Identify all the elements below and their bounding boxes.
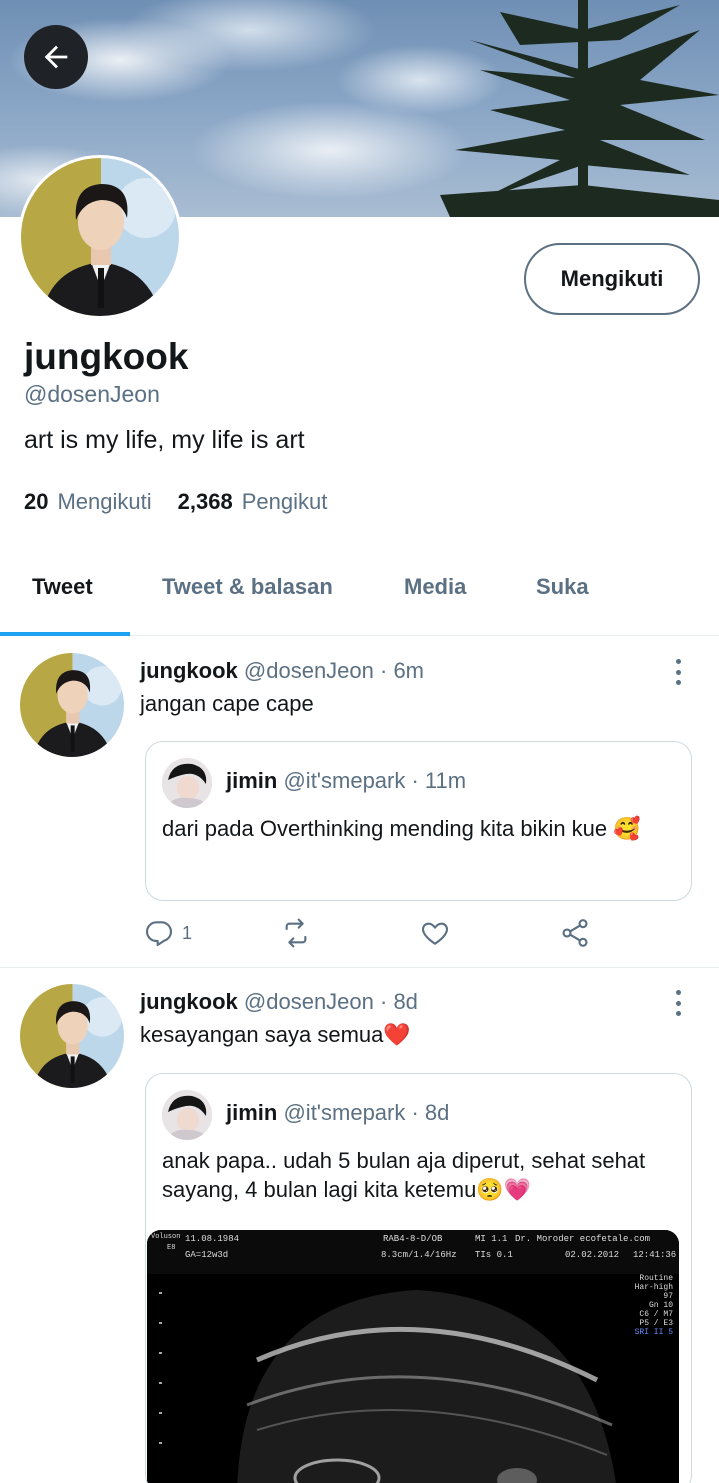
quoted-tweet-meta: @it'smepark · 11m [283,768,467,793]
avatar-image [162,758,212,808]
following-button[interactable]: Mengikuti [524,243,700,315]
following-label[interactable]: Mengikuti [57,489,151,515]
profile-stats: 20 Mengikuti 2,368 Pengikut [24,489,353,515]
quoted-tweet-avatar [162,1090,212,1140]
avatar-image [20,984,124,1088]
quoted-tweet[interactable]: jimin @it'smepark · 8d anak papa.. udah … [145,1073,692,1483]
avatar-image [162,1090,212,1140]
tab-media[interactable]: Media [404,574,466,600]
heart-icon [421,922,449,945]
quoted-tweet-meta: @it'smepark · 8d [283,1100,450,1125]
profile-tabs: Tweet Tweet & balasan Media Suka [0,556,719,636]
tab-likes[interactable]: Suka [536,574,589,600]
ultrasound-image[interactable]: Voluson E8 11.08.1984 GA=12w3d RAB4-8-D/… [147,1230,679,1483]
tweet-author-name[interactable]: jungkook [140,989,238,1014]
active-tab-indicator [0,632,130,636]
retweet-icon [285,918,307,948]
avatar-image [20,653,124,757]
tweet-avatar[interactable] [20,653,124,757]
share-icon [562,919,588,947]
tab-tweet-replies[interactable]: Tweet & balasan [162,574,333,600]
profile-display-name: jungkook [24,336,189,377]
quoted-author-name: jimin [226,1100,278,1125]
quoted-tweet-text: dari pada Overthinking mending kita biki… [162,816,641,841]
reply-icon [145,921,173,947]
tweet-header: jungkook @dosenJeon · 6m [140,658,424,684]
following-count[interactable]: 20 [24,489,48,515]
profile-bio: art is my life, my life is art [24,426,305,454]
quoted-tweet-text: anak papa.. udah 5 bulan aja diperut, se… [162,1148,646,1202]
like-button[interactable] [418,917,452,949]
tweet-meta: @dosenJeon · 6m [243,658,424,683]
tab-tweet[interactable]: Tweet [32,574,93,600]
tweet-text: jangan cape cape [140,691,314,716]
quoted-author-name: jimin [226,768,278,793]
more-options-icon[interactable] [668,988,688,1018]
reply-count: 1 [182,922,193,943]
retweet-button[interactable] [278,917,314,949]
ultrasound-scan [159,1290,616,1483]
quoted-tweet-header: jimin @it'smepark · 11m [226,768,466,794]
tweet-avatar[interactable] [20,984,124,1088]
arrow-left-icon [44,45,68,69]
quoted-tweet-avatar [162,758,212,808]
tweet[interactable]: jungkook @dosenJeon · 8d kesayangan saya… [0,968,719,1483]
followers-count[interactable]: 2,368 [178,489,233,515]
quoted-tweet-header: jimin @it'smepark · 8d [226,1100,449,1126]
share-button[interactable] [558,917,592,949]
profile-handle: @dosenJeon [24,381,160,407]
followers-label[interactable]: Pengikut [242,489,328,515]
tweet-meta: @dosenJeon · 8d [243,989,418,1014]
avatar-image [21,158,179,316]
tweet-header: jungkook @dosenJeon · 8d [140,989,418,1015]
quoted-tweet[interactable]: jimin @it'smepark · 11m dari pada Overth… [145,741,692,901]
reply-button[interactable]: 1 [142,917,192,949]
more-options-icon[interactable] [668,657,688,687]
tweet-author-name[interactable]: jungkook [140,658,238,683]
tweet-actions: 1 [140,917,620,953]
profile-avatar[interactable] [18,155,182,319]
tweet-text: kesayangan saya semua❤️ [140,1022,411,1047]
tweet[interactable]: jungkook @dosenJeon · 6m jangan cape cap… [0,637,719,967]
back-button[interactable] [24,25,88,89]
